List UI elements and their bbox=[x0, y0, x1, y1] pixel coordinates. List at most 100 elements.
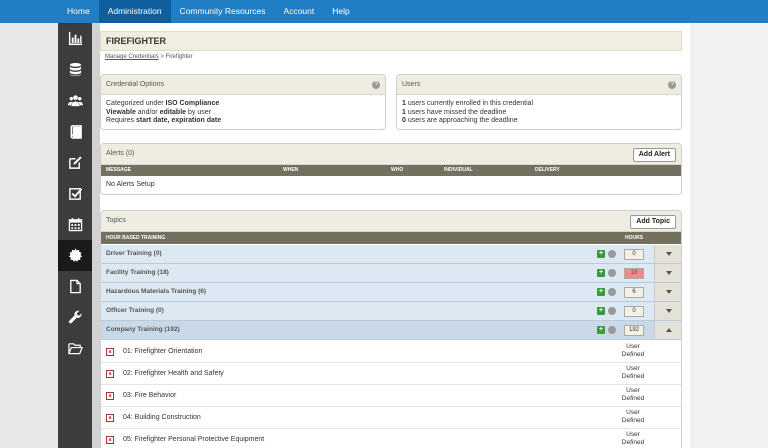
topics-title: Topics bbox=[106, 217, 126, 224]
help-icon[interactable]: ? bbox=[668, 81, 676, 89]
item-hours: User Defined bbox=[606, 387, 660, 402]
hours-value: 0 bbox=[624, 306, 644, 317]
alerts-empty-message: No Alerts Setup bbox=[106, 181, 155, 188]
sidebar-item-tasks[interactable] bbox=[58, 178, 92, 209]
item-hours: User Defined bbox=[606, 365, 660, 380]
nav-administration[interactable]: Administration bbox=[98, 0, 171, 23]
chevron-down-icon bbox=[666, 271, 672, 275]
nav-help[interactable]: Help bbox=[323, 0, 358, 23]
alerts-header: Alerts (0) Add Alert bbox=[101, 144, 681, 165]
certificate-icon bbox=[68, 248, 82, 262]
hours-value: 192 bbox=[624, 325, 644, 336]
credential-requires-line: Requires start date, expiration date bbox=[106, 117, 380, 126]
topic-name: Company Training (192) bbox=[106, 326, 180, 333]
expand-toggle[interactable] bbox=[654, 283, 681, 301]
chevron-down-icon bbox=[666, 252, 672, 256]
sidebar-item-calendar[interactable] bbox=[58, 209, 92, 240]
add-icon[interactable]: + bbox=[597, 307, 605, 315]
credential-options-title: Credential Options bbox=[106, 81, 164, 88]
chevron-up-icon bbox=[666, 328, 672, 332]
pdf-icon: a bbox=[106, 436, 114, 444]
defined-text: Defined bbox=[621, 350, 645, 358]
expand-toggle[interactable] bbox=[654, 302, 681, 320]
add-icon[interactable]: + bbox=[597, 326, 605, 334]
topic-row-facility-training[interactable]: Facility Training (18) + 18 bbox=[101, 264, 681, 283]
topic-name: Officer Training (0) bbox=[106, 307, 164, 314]
sidebar-item-database[interactable] bbox=[58, 54, 92, 85]
list-item[interactable]: a 05: Firefighter Personal Protective Eq… bbox=[101, 429, 681, 448]
remove-icon[interactable] bbox=[608, 326, 616, 334]
user-text: User bbox=[626, 365, 640, 372]
visibility-mid: and/or bbox=[135, 108, 160, 116]
alerts-panel: Alerts (0) Add Alert MESSAGE WHEN WHO IN… bbox=[100, 143, 682, 195]
viewable-text: Viewable bbox=[106, 108, 136, 116]
alerts-title: Alerts (0) bbox=[106, 150, 135, 157]
col-individual: INDIVIDUAL bbox=[444, 167, 473, 173]
topics-header: Topics Add Topic bbox=[101, 211, 681, 232]
sidebar-item-reports[interactable] bbox=[58, 23, 92, 54]
add-icon[interactable]: + bbox=[597, 250, 605, 258]
breadcrumb-link-manage-credentials[interactable]: Manage Credentials bbox=[105, 54, 159, 60]
pdf-icon: a bbox=[106, 392, 114, 400]
item-name: 01: Firefighter Orientation bbox=[123, 348, 203, 355]
topic-row-driver-training[interactable]: Driver Training (0) + 0 bbox=[101, 245, 681, 264]
defined-text: Defined bbox=[621, 394, 645, 402]
chevron-down-icon bbox=[666, 290, 672, 294]
sidebar-item-users[interactable] bbox=[58, 85, 92, 116]
nav-community-resources[interactable]: Community Resources bbox=[171, 0, 275, 23]
help-icon[interactable]: ? bbox=[372, 81, 380, 89]
remove-icon[interactable] bbox=[608, 250, 616, 258]
defined-text: Defined bbox=[621, 438, 645, 446]
sidebar-gutter bbox=[92, 23, 100, 448]
collapse-toggle[interactable] bbox=[654, 321, 681, 339]
list-item[interactable]: a 03: Fire Behavior User Defined bbox=[101, 385, 681, 407]
remove-icon[interactable] bbox=[608, 288, 616, 296]
remove-icon[interactable] bbox=[608, 269, 616, 277]
sidebar-item-settings[interactable] bbox=[58, 302, 92, 333]
add-alert-button[interactable]: Add Alert bbox=[632, 148, 676, 162]
calendar-icon bbox=[68, 217, 82, 232]
expand-toggle[interactable] bbox=[654, 264, 681, 282]
sidebar-item-credentials[interactable] bbox=[58, 240, 92, 271]
sidebar-item-files[interactable] bbox=[58, 333, 92, 364]
breadcrumb-current: Firefighter bbox=[165, 54, 193, 60]
database-icon bbox=[69, 62, 81, 77]
add-icon[interactable]: + bbox=[597, 288, 605, 296]
sidebar bbox=[58, 23, 92, 448]
expand-toggle[interactable] bbox=[654, 245, 681, 263]
list-item[interactable]: a 01: Firefighter Orientation User Define… bbox=[101, 341, 681, 363]
users-approaching-text: users are approaching the deadline bbox=[405, 117, 518, 124]
sidebar-item-documents[interactable] bbox=[58, 271, 92, 302]
sidebar-item-edit[interactable] bbox=[58, 147, 92, 178]
pdf-icon: a bbox=[106, 348, 114, 356]
list-item[interactable]: a 02: Firefighter Health and Safety User… bbox=[101, 363, 681, 385]
right-background bbox=[690, 23, 768, 448]
sidebar-item-library[interactable] bbox=[58, 116, 92, 147]
users-enrolled-line: 1 users currently enrolled in this crede… bbox=[402, 100, 676, 109]
users-missed-line: 1 users have missed the deadline bbox=[402, 109, 676, 118]
add-topic-button[interactable]: Add Topic bbox=[630, 215, 676, 229]
topics-panel: Topics Add Topic HOUR BASED TRAINING HOU… bbox=[100, 210, 682, 448]
topic-row-officer-training[interactable]: Officer Training (0) + 0 bbox=[101, 302, 681, 321]
requires-value: start date, expiration date bbox=[135, 117, 222, 124]
item-hours: User Defined bbox=[606, 343, 660, 358]
nav-account[interactable]: Account bbox=[275, 0, 324, 23]
topic-row-hazardous-materials-training[interactable]: Hazardous Materials Training (6) + 6 bbox=[101, 283, 681, 302]
remove-icon[interactable] bbox=[608, 307, 616, 315]
add-icon[interactable]: + bbox=[597, 269, 605, 277]
credential-options-panel: Credential Options ? Categorized under I… bbox=[100, 74, 386, 130]
col-who: WHO bbox=[391, 167, 404, 173]
users-approaching-line: 0 users are approaching the deadline bbox=[402, 117, 676, 126]
folder-open-icon bbox=[67, 343, 83, 355]
topic-row-company-training[interactable]: Company Training (192) + 192 bbox=[101, 321, 681, 340]
hours-value: 18 bbox=[624, 268, 644, 279]
credential-options-header: Credential Options ? bbox=[101, 75, 385, 95]
credential-options-body: Categorized under ISO Compliance Viewabl… bbox=[101, 95, 385, 126]
users-title: Users bbox=[402, 81, 421, 88]
nav-home[interactable]: Home bbox=[58, 0, 99, 23]
topics-table-header: HOUR BASED TRAINING HOURS bbox=[101, 232, 681, 244]
main-content: FIREFIGHTER Manage Credentials > Firefig… bbox=[100, 23, 690, 448]
chevron-down-icon bbox=[666, 309, 672, 313]
list-item[interactable]: a 04: Building Construction User Defined bbox=[101, 407, 681, 429]
top-nav: Home Administration Community Resources … bbox=[0, 0, 768, 23]
